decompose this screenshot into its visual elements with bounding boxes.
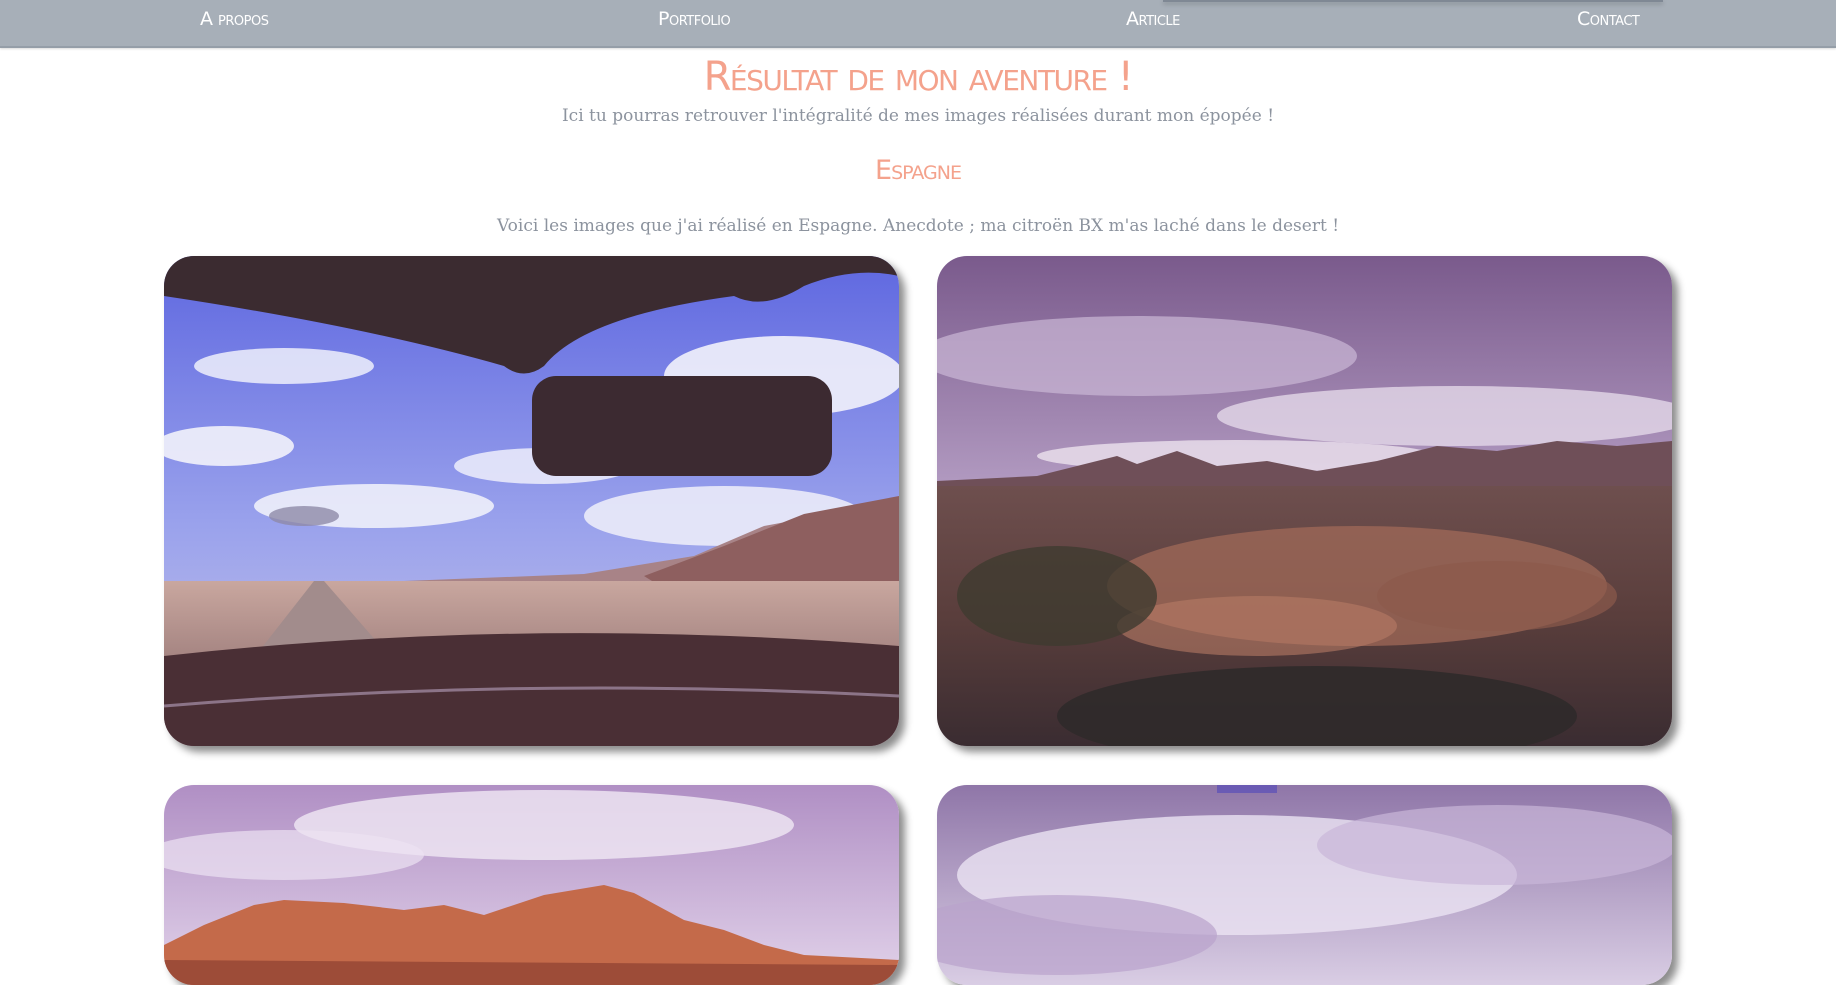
photo-desert-image — [937, 256, 1672, 746]
page-subtitle: Ici tu pourras retrouver l'intégralité d… — [561, 106, 1275, 126]
nav-link-portfolio[interactable]: Portfolio — [658, 8, 731, 30]
photo-windshield-image — [164, 256, 899, 746]
photo-windshield-desert-road[interactable] — [164, 256, 899, 746]
photo-stormy-sky[interactable] — [937, 785, 1672, 985]
nav-link-contact[interactable]: Contact — [1577, 8, 1640, 30]
photo-stormy-image — [937, 785, 1672, 985]
nav-link-a-propos[interactable]: A propos — [200, 8, 269, 30]
section-title-espagne: Espagne — [875, 155, 962, 186]
nav-active-indicator — [1163, 0, 1663, 2]
nav-link-article[interactable]: Article — [1126, 8, 1180, 30]
photo-mesa-image — [164, 785, 899, 985]
photo-desert-landscape[interactable] — [937, 256, 1672, 746]
top-navbar: A propos Portfolio Article Contact — [0, 0, 1836, 48]
photo-red-mesa[interactable] — [164, 785, 899, 985]
page-title: Résultat de mon aventure ! — [703, 54, 1134, 100]
section-description: Voici les images que j'ai réalisé en Esp… — [496, 216, 1340, 236]
